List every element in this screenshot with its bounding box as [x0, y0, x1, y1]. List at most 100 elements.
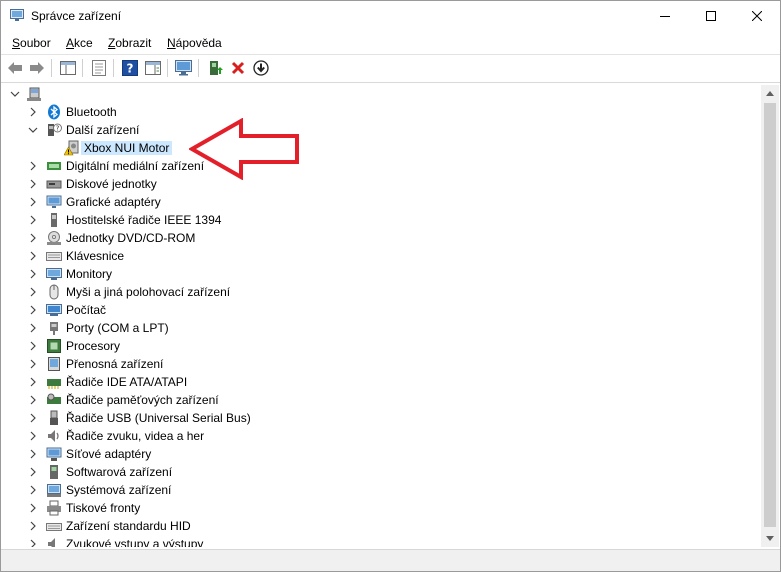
tree-item-dalsi-zarizeni[interactable]: ? Další zařízení — [2, 121, 742, 139]
chevron-right-icon[interactable] — [28, 287, 38, 297]
tree-item-softwarova-zarizeni[interactable]: Softwarová zařízení — [2, 463, 742, 481]
window-title: Správce zařízení — [31, 9, 122, 23]
minimize-icon — [660, 16, 670, 17]
tree-item-pocitac[interactable]: Počítač — [2, 301, 742, 319]
tree-item-prenosna-zarizeni[interactable]: Přenosná zařízení — [2, 355, 742, 373]
warning-device-icon — [64, 140, 79, 156]
tree-item-radice-usb[interactable]: Řadiče USB (Universal Serial Bus) — [2, 409, 742, 427]
menu-soubor[interactable]: Soubor — [12, 36, 51, 50]
chevron-right-icon[interactable] — [28, 377, 38, 387]
chevron-right-icon[interactable] — [28, 197, 38, 207]
tree-item-radice-zvuku[interactable]: Řadiče zvuku, videa a her — [2, 427, 742, 445]
portable-device-icon — [48, 357, 60, 371]
chevron-right-icon[interactable] — [28, 539, 38, 547]
tree-root[interactable] — [2, 85, 742, 103]
action-pane-icon — [145, 61, 161, 75]
tree-item-radice-ide[interactable]: Řadiče IDE ATA/ATAPI — [2, 373, 742, 391]
chevron-right-icon[interactable] — [28, 179, 38, 189]
tree-item-radice-pametovych[interactable]: Řadiče paměťových zařízení — [2, 391, 742, 409]
chevron-right-icon[interactable] — [28, 503, 38, 513]
toolbar-separator — [167, 59, 168, 77]
network-adapter-icon — [46, 447, 62, 461]
scan-hardware-button[interactable] — [175, 59, 193, 77]
chevron-right-icon[interactable] — [28, 107, 38, 117]
menu-zobrazit[interactable]: Zobrazit — [108, 36, 151, 50]
download-circle-icon — [253, 60, 269, 76]
device-manager-icon — [10, 9, 24, 21]
display-adapter-icon — [46, 195, 62, 208]
toolbar-separator — [51, 59, 52, 77]
annotation-arrow-icon — [189, 118, 299, 180]
ide-controller-icon — [47, 379, 61, 389]
bluetooth-icon — [48, 104, 60, 120]
storage-controller-icon — [47, 393, 61, 404]
update-driver-button[interactable] — [206, 59, 224, 77]
tree-item-dvd-cdrom[interactable]: Jednotky DVD/CD-ROM — [2, 229, 742, 247]
tree-item-digitalni-medialni[interactable]: Digitální mediální zařízení — [2, 157, 742, 175]
chevron-right-icon[interactable] — [28, 395, 38, 405]
keyboard-icon — [46, 252, 62, 261]
tree-item-porty[interactable]: Porty (COM a LPT) — [2, 319, 742, 337]
chevron-right-icon[interactable] — [28, 251, 38, 261]
chevron-right-icon[interactable] — [28, 431, 38, 441]
tree-item-diskove-jednotky[interactable]: Diskové jednotky — [2, 175, 742, 193]
vertical-scrollbar[interactable] — [761, 85, 779, 547]
menu-napoveda[interactable]: Nápověda — [167, 36, 222, 50]
tree-item-graficke-adaptery[interactable]: Grafické adaptéry — [2, 193, 742, 211]
tree-item-klavesnice[interactable]: Klávesnice — [2, 247, 742, 265]
scroll-down-button[interactable] — [761, 530, 779, 547]
uninstall-device-button[interactable] — [229, 59, 247, 77]
scroll-up-button[interactable] — [761, 85, 779, 102]
monitor-icon — [46, 268, 62, 280]
audio-io-icon — [48, 538, 55, 547]
chevron-right-icon[interactable] — [28, 305, 38, 315]
toolbar-separator — [113, 59, 114, 77]
chevron-down-icon[interactable] — [10, 89, 20, 99]
forward-arrow-icon — [30, 62, 44, 74]
tree-item-ieee1394[interactable]: Hostitelské řadiče IEEE 1394 — [2, 211, 742, 229]
tree-item-bluetooth[interactable]: Bluetooth — [2, 103, 742, 121]
title-bar[interactable]: Správce zařízení — [1, 1, 780, 31]
chevron-right-icon[interactable] — [28, 269, 38, 279]
back-button[interactable] — [6, 59, 24, 77]
chevron-right-icon[interactable] — [28, 485, 38, 495]
chevron-right-icon[interactable] — [28, 215, 38, 225]
menu-akce[interactable]: Akce — [66, 36, 93, 50]
action-pane-button[interactable] — [144, 59, 162, 77]
chevron-right-icon[interactable] — [28, 413, 38, 423]
disable-device-button[interactable] — [252, 59, 270, 77]
ieee1394-icon — [51, 213, 57, 227]
tree-item-tiskove-fronty[interactable]: Tiskové fronty — [2, 499, 742, 517]
tree-item-systemova-zarizeni[interactable]: Systémová zařízení — [2, 481, 742, 499]
minimize-button[interactable] — [642, 1, 688, 31]
chevron-right-icon[interactable] — [28, 341, 38, 351]
maximize-button[interactable] — [688, 1, 734, 31]
tree-item-monitory[interactable]: Monitory — [2, 265, 742, 283]
properties-list-button[interactable] — [90, 59, 108, 77]
chevron-right-icon[interactable] — [28, 161, 38, 171]
tree-item-mysi[interactable]: Myši a jiná polohovací zařízení — [2, 283, 742, 301]
properties-icon — [92, 60, 106, 76]
chevron-right-icon[interactable] — [28, 467, 38, 477]
chevron-right-icon[interactable] — [28, 449, 38, 459]
toolbar-separator — [82, 59, 83, 77]
tree-item-hid[interactable]: Zařízení standardu HID — [2, 517, 742, 535]
forward-button[interactable] — [28, 59, 46, 77]
chevron-right-icon[interactable] — [28, 233, 38, 243]
scroll-thumb[interactable] — [764, 103, 776, 527]
chevron-right-icon[interactable] — [28, 323, 38, 333]
device-tree[interactable]: Bluetooth ? Další zařízení Xbox NUI Moto… — [2, 85, 760, 547]
tree-item-xbox-nui-motor[interactable]: Xbox NUI Motor — [2, 139, 742, 157]
tree-item-procesory[interactable]: Procesory — [2, 337, 742, 355]
help-button[interactable]: ? — [121, 59, 139, 77]
tree-item-zvukove-vstupy[interactable]: Zvukové vstupy a výstupy — [2, 535, 742, 547]
chevron-right-icon[interactable] — [28, 359, 38, 369]
tree-item-sitove-adaptery[interactable]: Síťové adaptéry — [2, 445, 742, 463]
console-tree-icon — [60, 61, 76, 75]
close-button[interactable] — [734, 1, 780, 31]
disk-drive-icon — [46, 180, 62, 189]
media-device-icon — [47, 162, 61, 170]
show-hide-console-tree-button[interactable] — [59, 59, 77, 77]
chevron-down-icon[interactable] — [28, 125, 38, 135]
chevron-right-icon[interactable] — [28, 521, 38, 531]
